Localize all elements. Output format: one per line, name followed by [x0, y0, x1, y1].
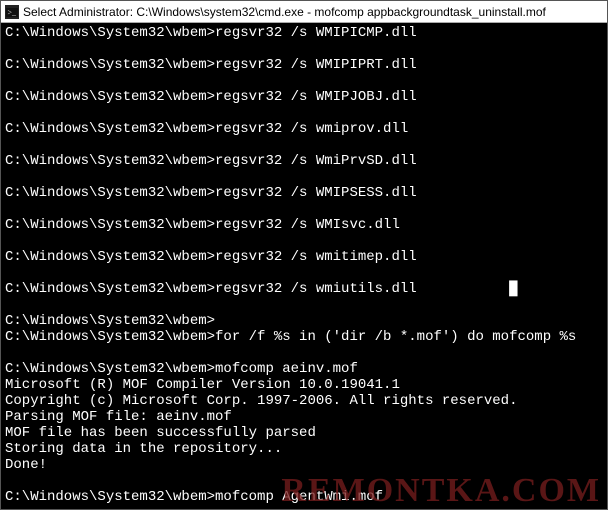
cmd-window: >_ Select Administrator: C:\Windows\syst… — [0, 0, 608, 510]
svg-text:>_: >_ — [8, 8, 18, 17]
titlebar[interactable]: >_ Select Administrator: C:\Windows\syst… — [1, 1, 607, 23]
window-title: Select Administrator: C:\Windows\system3… — [23, 5, 546, 19]
cmd-icon: >_ — [5, 5, 19, 19]
terminal-output[interactable]: C:\Windows\System32\wbem>regsvr32 /s WMI… — [1, 23, 607, 509]
